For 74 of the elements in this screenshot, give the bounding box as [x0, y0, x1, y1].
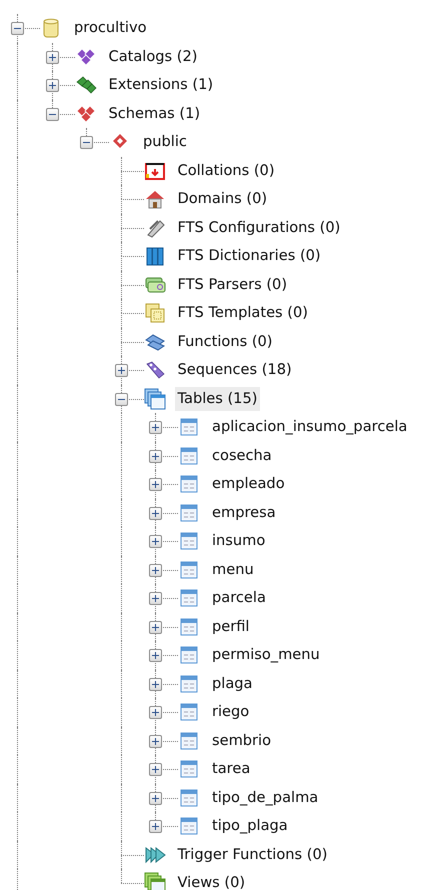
tree-item[interactable]: FTS Parsers (0)	[174, 272, 290, 297]
expand-toggle[interactable]	[149, 820, 162, 834]
table-icon	[178, 672, 200, 695]
table-icon	[178, 473, 200, 496]
table-icon	[178, 758, 200, 780]
collapse-toggle[interactable]	[46, 108, 58, 121]
tree-item[interactable]: menu	[209, 558, 257, 582]
view-pages-icon	[144, 872, 166, 890]
table-icon	[178, 587, 200, 610]
table-icon	[178, 616, 200, 638]
expand-toggle[interactable]	[149, 678, 162, 691]
tree-item[interactable]: permiso_menu	[209, 643, 323, 668]
tree-item[interactable]: public	[140, 130, 190, 154]
expand-toggle[interactable]	[46, 79, 58, 92]
expand-toggle[interactable]	[149, 763, 162, 776]
table-icon	[178, 815, 200, 838]
expand-toggle[interactable]	[149, 506, 162, 520]
tree-item[interactable]: sembrio	[209, 728, 274, 753]
collapse-toggle[interactable]	[11, 22, 24, 36]
expand-toggle[interactable]	[149, 478, 162, 492]
tree-item[interactable]: Catalogs (2)	[106, 44, 200, 69]
template-pages-icon	[144, 302, 166, 324]
tree-item[interactable]: Schemas (1)	[106, 102, 204, 126]
tree-item[interactable]: tipo_plaga	[209, 814, 291, 838]
tree-item[interactable]: procultivo	[71, 16, 150, 40]
tree-item[interactable]: empresa	[209, 500, 279, 525]
expand-toggle[interactable]	[46, 50, 58, 64]
sequence-icon	[144, 359, 166, 382]
expand-toggle[interactable]	[149, 564, 162, 577]
tree-item[interactable]: tarea	[209, 757, 254, 782]
tree-item[interactable]: Sequences (18)	[174, 358, 295, 382]
tree-item[interactable]: tipo_de_palma	[209, 786, 322, 810]
tree-item[interactable]: Functions (0)	[174, 330, 276, 354]
table-stack-icon	[144, 388, 166, 410]
tree-item[interactable]: aplicacion_insumo_parcela	[209, 415, 410, 440]
table-icon	[178, 786, 200, 809]
tree-item[interactable]: insumo	[209, 529, 268, 554]
tree-item[interactable]: FTS Dictionaries (0)	[174, 244, 324, 268]
table-icon	[178, 444, 200, 467]
table-icon	[178, 502, 200, 524]
expand-toggle[interactable]	[149, 450, 162, 463]
tree-item[interactable]: Collations (0)	[174, 158, 278, 183]
collapse-toggle[interactable]	[80, 136, 93, 150]
expand-toggle[interactable]	[149, 792, 162, 805]
house-icon	[144, 188, 166, 210]
expand-toggle[interactable]	[149, 421, 162, 434]
expand-toggle[interactable]	[149, 535, 162, 548]
tree-item[interactable]: Extensions (1)	[106, 73, 216, 98]
expand-toggle[interactable]	[149, 649, 162, 662]
table-icon	[178, 701, 200, 724]
table-icon	[178, 644, 200, 666]
tree-item[interactable]: FTS Configurations (0)	[174, 216, 344, 240]
table-icon	[178, 558, 200, 581]
expand-toggle[interactable]	[149, 592, 162, 606]
tree-item[interactable]: FTS Templates (0)	[174, 301, 311, 326]
expand-toggle[interactable]	[149, 734, 162, 748]
table-icon	[178, 530, 200, 552]
books-icon	[144, 245, 166, 268]
tree-item[interactable]: parcela	[209, 586, 269, 610]
tree-item[interactable]: empleado	[209, 472, 288, 496]
tree-item[interactable]: Domains (0)	[174, 187, 270, 212]
tree-item[interactable]: Tables (15)	[174, 386, 260, 411]
tree-item[interactable]: perfil	[209, 614, 252, 639]
expand-toggle[interactable]	[149, 706, 162, 720]
table-icon	[178, 730, 200, 752]
tree-item[interactable]: cosecha	[209, 444, 275, 468]
expand-toggle[interactable]	[149, 620, 162, 634]
tree-item[interactable]: riego	[209, 700, 252, 724]
expand-toggle[interactable]	[114, 364, 128, 378]
tree-item[interactable]: Views (0)	[174, 871, 248, 890]
collapse-toggle[interactable]	[114, 392, 128, 406]
tree-item[interactable]: plaga	[209, 672, 256, 696]
table-icon	[178, 416, 200, 438]
tree-item[interactable]: Trigger Functions (0)	[174, 842, 330, 867]
